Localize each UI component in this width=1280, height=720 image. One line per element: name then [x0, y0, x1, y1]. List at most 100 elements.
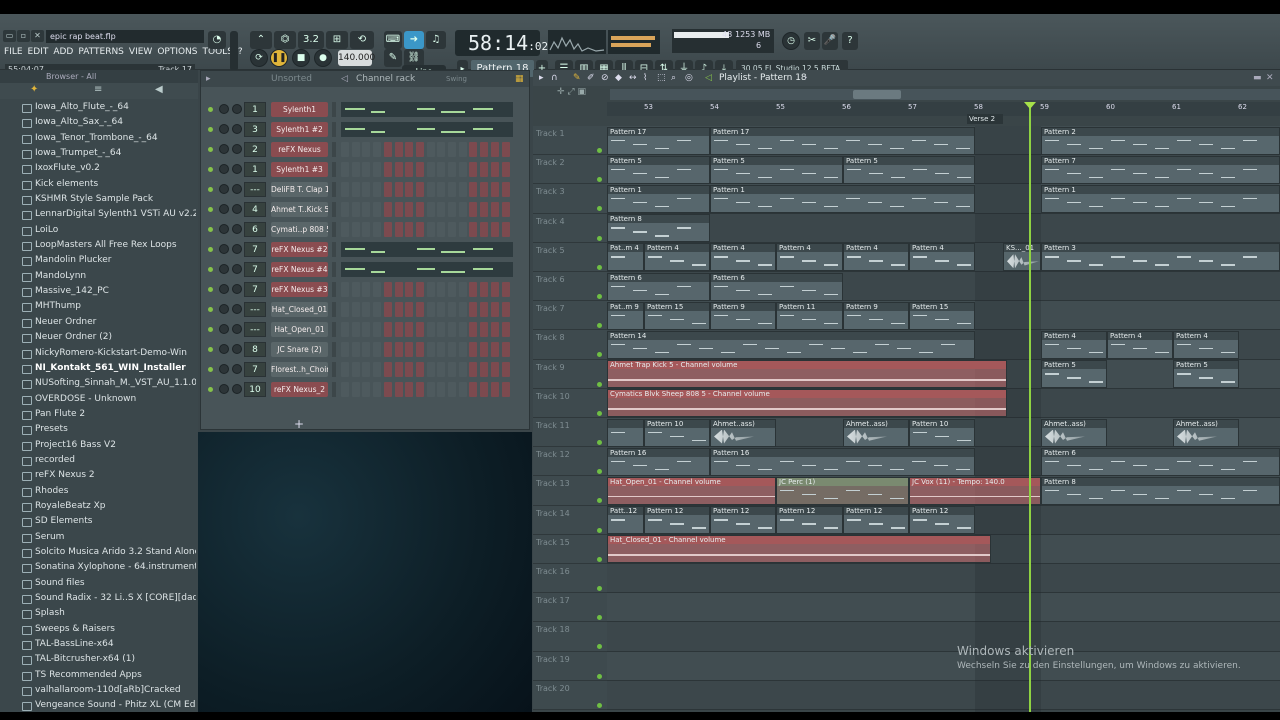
pattern-clip[interactable]: Pattern 4: [1107, 330, 1173, 359]
pattern-clip[interactable]: JC Perc (1): [776, 476, 909, 505]
track-header[interactable]: Track 15: [533, 534, 607, 564]
step-button[interactable]: [426, 362, 435, 377]
pattern-clip[interactable]: Pattern 3: [1041, 243, 1280, 272]
step-button[interactable]: [437, 342, 446, 357]
track-header[interactable]: Track 10: [533, 388, 607, 418]
pattern-clip[interactable]: Pattern 17: [607, 126, 710, 155]
step-button[interactable]: [394, 362, 403, 377]
step-button[interactable]: [426, 142, 435, 157]
pattern-clip[interactable]: Pattern 7: [1041, 155, 1280, 184]
browser-folder-item[interactable]: Neuer Ordner (2): [0, 330, 196, 345]
step-button[interactable]: [448, 182, 456, 197]
step-button[interactable]: [480, 302, 489, 317]
pattern-clip[interactable]: Pattern 12: [710, 506, 776, 535]
step-button[interactable]: [373, 322, 382, 337]
step-button[interactable]: [490, 162, 499, 177]
step-button[interactable]: [437, 182, 446, 197]
timeline-ruler[interactable]: 53 54 55 56 57 58 59 60 61 62: [607, 102, 1280, 116]
channel-button[interactable]: Cymati..p 808 5: [271, 222, 328, 237]
pattern-clip[interactable]: Pattern 4: [1173, 330, 1239, 359]
master-volume-knob[interactable]: ◔: [208, 31, 226, 49]
pattern-clip[interactable]: Pattern 1: [1041, 184, 1280, 213]
step-button[interactable]: [458, 362, 467, 377]
slice-tool-icon[interactable]: ⌇: [643, 70, 647, 86]
track-header[interactable]: Track 18: [533, 622, 607, 652]
song-time-display[interactable]: 58:14:02: [455, 30, 548, 56]
step-button[interactable]: [362, 322, 371, 337]
track-mute-led-icon[interactable]: [597, 323, 602, 329]
pan-knob[interactable]: [219, 384, 229, 394]
step-button[interactable]: [458, 322, 467, 337]
step-button[interactable]: [415, 322, 424, 337]
track-header[interactable]: Track 7: [533, 301, 607, 331]
zoom-arrows-icon[interactable]: ✛ ⤢ ▣: [557, 87, 607, 99]
step-button[interactable]: [501, 362, 510, 377]
step-button[interactable]: [490, 382, 499, 397]
pattern-clip[interactable]: Pat..m 9: [607, 301, 644, 330]
pan-knob[interactable]: [219, 124, 229, 134]
song-marker[interactable]: Verse 2: [967, 114, 1003, 124]
browser-folder-item[interactable]: NickyRomero-Kickstart-Demo-Win: [0, 346, 196, 361]
step-button[interactable]: [394, 282, 403, 297]
track-header[interactable]: Track 4: [533, 213, 607, 243]
channel-led-icon[interactable]: [208, 387, 213, 392]
menu-item-patterns[interactable]: PATTERNS: [78, 45, 124, 59]
volume-knob[interactable]: [232, 164, 242, 174]
automation-clip[interactable]: Cymatics Blvk Sheep 808 5 - Channel volu…: [607, 389, 1007, 418]
pan-knob[interactable]: [219, 264, 229, 274]
step-button[interactable]: [448, 202, 456, 217]
track-header[interactable]: Track 14: [533, 505, 607, 535]
track-mute-led-icon[interactable]: [597, 702, 602, 708]
step-button[interactable]: [437, 202, 446, 217]
step-button[interactable]: [458, 302, 467, 317]
automation-clip[interactable]: Hat_Open_01 - Channel volume: [607, 476, 776, 505]
mixer-track-number[interactable]: 3: [244, 122, 266, 137]
countdown-button[interactable]: 3.2: [298, 31, 324, 49]
browser-folder-item[interactable]: KSHMR Style Sample Pack: [0, 192, 196, 207]
track-mute-led-icon[interactable]: [597, 615, 602, 621]
step-button[interactable]: [480, 382, 489, 397]
channel-select[interactable]: [332, 122, 336, 137]
browser-folder-item[interactable]: Iowa_Alto_Flute_-_64: [0, 100, 196, 115]
track-header[interactable]: Track 9: [533, 359, 607, 389]
track-header[interactable]: Track 6: [533, 272, 607, 302]
channel-select[interactable]: [332, 102, 336, 117]
step-button[interactable]: [469, 162, 478, 177]
step-button[interactable]: [383, 182, 392, 197]
automation-clip[interactable]: JC Vox (11) - Tempo: 140.0: [909, 476, 1041, 505]
step-button[interactable]: [501, 182, 510, 197]
channel-select[interactable]: [332, 162, 336, 177]
channel-led-icon[interactable]: [208, 167, 213, 172]
mixer-track-number[interactable]: ---: [244, 322, 266, 337]
step-button[interactable]: [394, 302, 403, 317]
pattern-clip[interactable]: Pattern 1: [710, 184, 975, 213]
channel-button[interactable]: reFX Nexus #3: [271, 282, 328, 297]
browser-folder-item[interactable]: NI_Kontakt_561_WIN_Installer: [0, 361, 196, 376]
step-button[interactable]: [415, 202, 424, 217]
step-button[interactable]: [383, 302, 392, 317]
mute-tool-icon[interactable]: ◆: [615, 70, 622, 86]
magnet-icon[interactable]: ∩: [551, 70, 558, 86]
track-lane[interactable]: [607, 593, 1280, 623]
pattern-clip[interactable]: Pattern 5: [607, 155, 710, 184]
step-button[interactable]: [501, 382, 510, 397]
step-button[interactable]: [351, 282, 360, 297]
audio-clip[interactable]: Ahmet..ass): [1173, 418, 1239, 447]
track-mute-led-icon[interactable]: [597, 264, 602, 270]
browser-folder-item[interactable]: TAL-Bitcrusher-x64 (1): [0, 652, 196, 667]
browser-folder-item[interactable]: Kick elements: [0, 177, 196, 192]
step-button[interactable]: [426, 302, 435, 317]
pattern-clip[interactable]: [607, 418, 644, 447]
pan-knob[interactable]: [219, 104, 229, 114]
step-button[interactable]: [351, 182, 360, 197]
channel-led-icon[interactable]: [208, 287, 213, 292]
track-mute-led-icon[interactable]: [597, 352, 602, 358]
channel-select[interactable]: [332, 302, 336, 317]
step-button[interactable]: [501, 282, 510, 297]
step-button[interactable]: [394, 202, 403, 217]
piano-roll-preview[interactable]: [341, 262, 513, 277]
step-button[interactable]: [341, 222, 349, 237]
pencil-tool-icon[interactable]: ✎: [573, 70, 581, 86]
channel-button[interactable]: Hat_Closed_01: [271, 302, 328, 317]
step-button[interactable]: [383, 382, 392, 397]
